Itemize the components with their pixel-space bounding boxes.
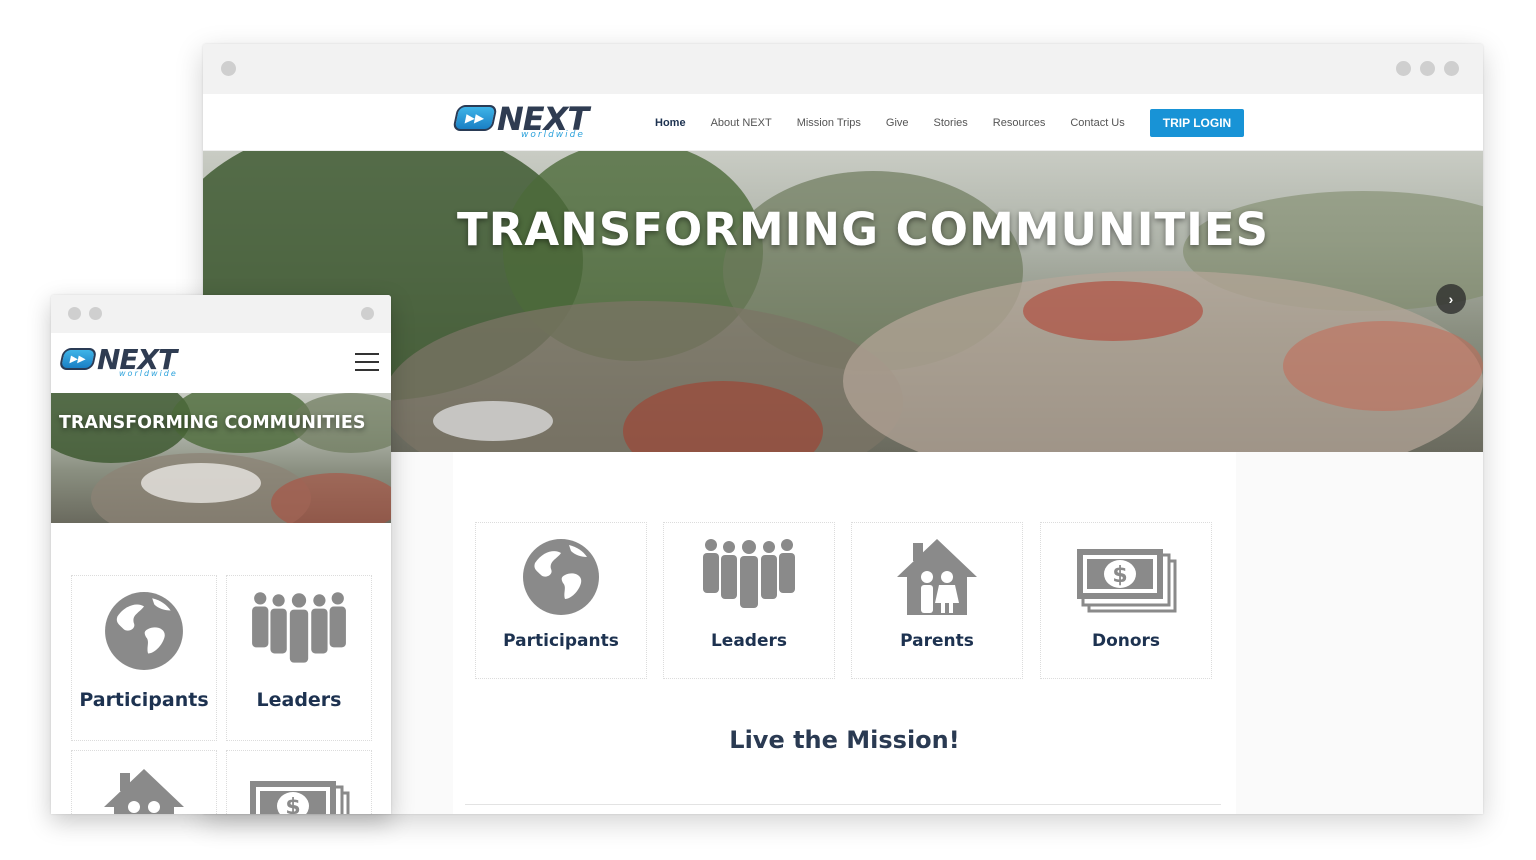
site-logo[interactable]: ▶▶ NEXT worldwide (58, 346, 177, 378)
svg-text:$: $ (1112, 563, 1127, 588)
window-dot (89, 307, 102, 320)
home-family-icon (897, 539, 977, 615)
nav-contact-us[interactable]: Contact Us (1070, 117, 1124, 129)
nav-give[interactable]: Give (886, 117, 909, 129)
desktop-browser-window: ▶▶ NEXT worldwide Home About NEXT Missio… (203, 44, 1483, 814)
group-icon (252, 592, 346, 663)
audience-card-participants[interactable]: Participants (71, 575, 217, 741)
audience-card-donors[interactable]: $ Donors (1040, 522, 1212, 679)
menu-toggle-icon[interactable] (355, 353, 379, 371)
hero-slider: TRANSFORMING COMMUNITIES (51, 393, 391, 523)
audience-card-label: Donors (1091, 631, 1161, 651)
nav-stories[interactable]: Stories (934, 117, 968, 129)
audience-card-leaders[interactable]: Leaders (663, 522, 835, 679)
slider-next-button[interactable]: › (1436, 284, 1466, 314)
hero-slider: TRANSFORMING COMMUNITIES › (203, 151, 1483, 452)
window-dot (1396, 61, 1411, 76)
audience-card-donors[interactable]: $ (226, 750, 372, 814)
window-dot (1420, 61, 1435, 76)
money-icon: $ (250, 781, 350, 814)
window-dot (221, 61, 236, 76)
nav-mission-trips[interactable]: Mission Trips (797, 117, 861, 129)
audience-card-leaders[interactable]: Leaders (226, 575, 372, 741)
main-navigation: Home About NEXT Mission Trips Give Stori… (655, 94, 1245, 151)
audience-card-label: Participants (79, 689, 209, 711)
mobile-browser-window: ▶▶ NEXT worldwide TRANSFORMING COMMUNITI… (51, 295, 391, 814)
nav-home[interactable]: Home (655, 117, 686, 129)
section-divider (465, 804, 1221, 805)
audience-card-parents[interactable] (71, 750, 217, 814)
fast-forward-icon: ▶▶ (58, 348, 98, 370)
window-dot (68, 307, 81, 320)
hero-title: TRANSFORMING COMMUNITIES (457, 203, 1270, 256)
desktop-browser-chrome (203, 44, 1483, 94)
hero-title: TRANSFORMING COMMUNITIES (59, 413, 366, 433)
nav-resources[interactable]: Resources (993, 117, 1046, 129)
audience-card-label: Participants (503, 631, 619, 651)
site-header: ▶▶ NEXT worldwide Home About NEXT Missio… (203, 94, 1483, 151)
audience-card-label: Parents (900, 631, 974, 651)
fast-forward-icon: ▶▶ (452, 105, 498, 131)
mission-heading: Live the Mission! (729, 726, 960, 754)
globe-icon (523, 539, 599, 615)
showcase-stage: ▶▶ NEXT worldwide Home About NEXT Missio… (0, 0, 1536, 860)
group-icon (703, 539, 795, 608)
svg-text:$: $ (285, 795, 300, 814)
trip-login-button[interactable]: TRIP LOGIN (1149, 108, 1245, 137)
window-dot (1444, 61, 1459, 76)
audience-card-label: Leaders (710, 631, 788, 651)
hero-image (203, 151, 1483, 452)
audience-card-parents[interactable]: Parents (851, 522, 1023, 679)
logo-subtitle: worldwide (521, 130, 585, 140)
mobile-browser-chrome (51, 295, 391, 333)
money-icon: $ (1077, 549, 1177, 613)
site-logo[interactable]: ▶▶ NEXT worldwide (452, 103, 589, 140)
audience-section: Participants Leaders Parents $ Donors Li… (453, 452, 1236, 814)
audience-card-participants[interactable]: Participants (475, 522, 647, 679)
audience-card-label: Leaders (256, 689, 342, 711)
nav-about-next[interactable]: About NEXT (711, 117, 772, 129)
logo-subtitle: worldwide (119, 369, 178, 378)
globe-icon (105, 592, 183, 670)
home-family-icon (104, 769, 184, 814)
window-dot (361, 307, 374, 320)
